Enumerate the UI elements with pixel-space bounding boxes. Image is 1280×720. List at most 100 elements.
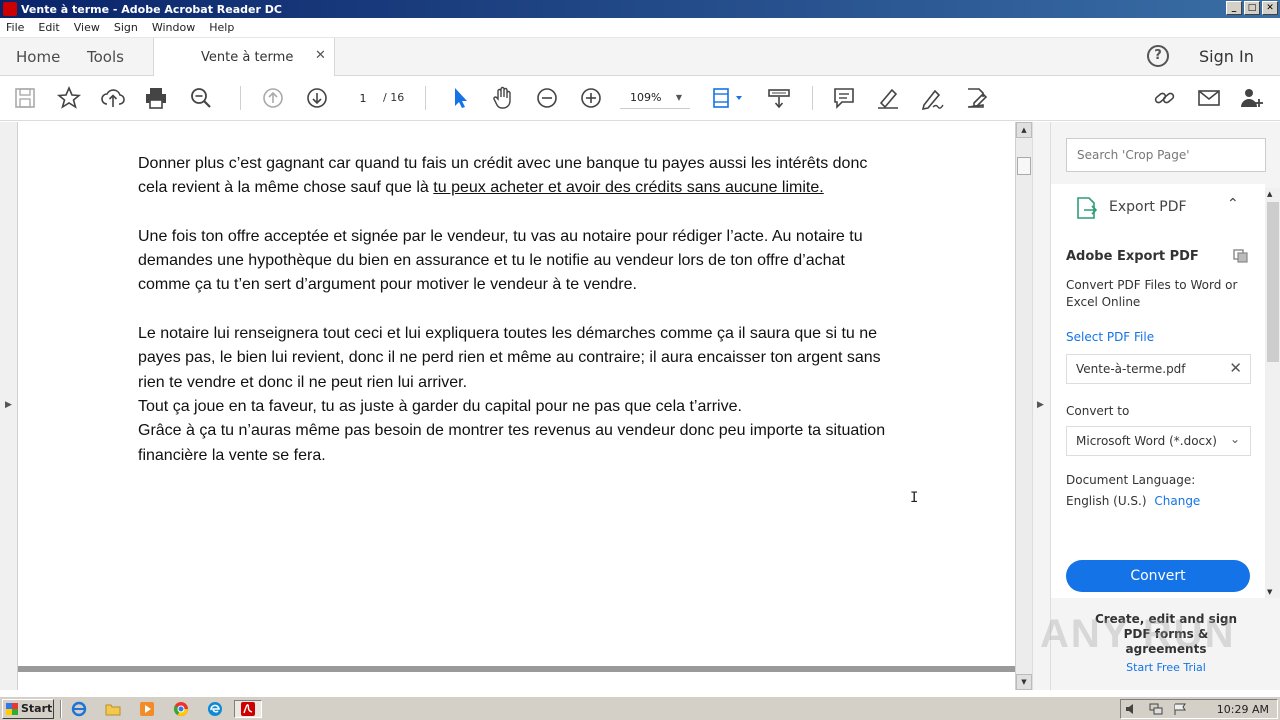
copy-icon[interactable] (1233, 249, 1249, 263)
panel-title: Adobe Export PDF (1066, 249, 1199, 264)
search-tools-input[interactable]: Search 'Crop Page' (1066, 138, 1266, 172)
menu-edit[interactable]: Edit (38, 21, 59, 34)
network-icon[interactable] (1149, 703, 1163, 715)
media-player-icon[interactable] (136, 700, 158, 718)
chevron-up-icon[interactable]: ⌃ (1227, 196, 1239, 212)
tab-bar: Home Tools Vente à terme ✕ (0, 38, 1280, 76)
document-page[interactable]: Donner plus c’est gagnant car quand tu f… (18, 122, 1015, 666)
right-tools-pane: Search 'Crop Page' Export PDF ⌃ Adobe Ex… (1050, 122, 1280, 690)
internet-explorer-icon[interactable] (68, 700, 90, 718)
file-explorer-icon[interactable] (102, 700, 124, 718)
page-number-input[interactable]: 1 (348, 87, 378, 109)
system-tray: 10:29 AM (1120, 699, 1278, 719)
menu-view[interactable]: View (74, 21, 100, 34)
email-icon[interactable] (1196, 85, 1222, 111)
scroll-down-icon[interactable]: ▼ (1016, 674, 1032, 690)
paragraph-1: Donner plus c’est gagnant car quand tu f… (138, 155, 868, 197)
convert-to-label: Convert to (1066, 404, 1130, 418)
previous-page-icon[interactable] (260, 85, 286, 111)
chevron-down-icon: ⌄ (1229, 432, 1240, 446)
acrobat-app-icon (3, 2, 17, 16)
acrobat-taskbar-icon[interactable] (234, 700, 262, 718)
highlight-pen-icon[interactable] (875, 85, 901, 111)
taskbar-clock: 10:29 AM (1216, 703, 1269, 716)
language-label: Document Language: (1066, 473, 1196, 487)
tab-tools[interactable]: Tools (87, 48, 124, 66)
volume-icon[interactable] (1125, 703, 1139, 715)
export-pdf-label: Export PDF (1109, 199, 1187, 215)
left-navigation-pane[interactable]: ▶ (0, 122, 18, 690)
right-pane-scrollbar[interactable]: ▲ ▼ (1265, 188, 1280, 598)
help-icon[interactable]: ? (1147, 45, 1169, 67)
bookmark-star-icon[interactable] (56, 85, 82, 111)
change-language-link[interactable]: Change (1154, 494, 1200, 508)
maximize-button[interactable]: □ (1244, 1, 1260, 15)
document-scrollbar[interactable]: ▲ ▼ (1015, 122, 1032, 690)
add-user-icon[interactable] (1239, 85, 1265, 111)
close-window-button[interactable]: ✕ (1262, 1, 1278, 15)
menu-help[interactable]: Help (209, 21, 234, 34)
zoom-search-icon[interactable] (188, 85, 214, 111)
select-pdf-file-link[interactable]: Select PDF File (1066, 330, 1154, 344)
tab-document[interactable]: Vente à terme ✕ (153, 38, 335, 76)
chrome-icon[interactable] (170, 700, 192, 718)
menu-bar: File Edit View Sign Window Help (0, 18, 1280, 38)
scroll-mode-icon[interactable] (766, 85, 792, 111)
sign-pen-icon[interactable] (919, 85, 945, 111)
expand-left-pane-icon[interactable]: ▶ (5, 400, 12, 410)
right-pane-toggle[interactable]: ▶ (1032, 122, 1050, 690)
close-tab-icon[interactable]: ✕ (315, 48, 326, 63)
start-button[interactable]: Start (2, 699, 54, 719)
paragraph-3b: Tout ça joue en ta faveur, tu as juste à… (138, 397, 742, 415)
convert-to-value: Microsoft Word (*.docx) (1076, 434, 1217, 448)
next-page-top (18, 672, 1015, 690)
edit-document-icon[interactable] (963, 85, 989, 111)
chevron-down-icon: ▼ (675, 93, 682, 102)
hand-tool-icon[interactable] (490, 85, 516, 111)
selected-file-field[interactable]: Vente-à-terme.pdf ✕ (1066, 354, 1251, 384)
start-free-trial-link[interactable]: Start Free Trial (1051, 661, 1280, 674)
zoom-in-icon[interactable] (578, 85, 604, 111)
scroll-thumb[interactable] (1017, 157, 1031, 175)
menu-window[interactable]: Window (152, 21, 195, 34)
paragraph-2: Une fois ton offre acceptée et signée pa… (138, 227, 863, 294)
page-total: / 16 (383, 91, 405, 104)
zoom-out-icon[interactable] (534, 85, 560, 111)
select-cursor-icon[interactable] (447, 85, 473, 111)
window-title: Vente à terme - Adobe Acrobat Reader DC (21, 2, 282, 16)
scroll-up-icon[interactable]: ▲ (1267, 190, 1272, 198)
right-pane-scroll-thumb[interactable] (1267, 202, 1279, 362)
underlined-text: tu peux acheter et avoir des crédits san… (433, 179, 824, 197)
print-icon[interactable] (143, 85, 169, 111)
action-center-flag-icon[interactable] (1173, 703, 1187, 715)
link-share-icon[interactable] (1152, 85, 1178, 111)
tab-home[interactable]: Home (16, 48, 60, 66)
scroll-down-icon[interactable]: ▼ (1267, 588, 1272, 596)
convert-to-select[interactable]: Microsoft Word (*.docx) ⌄ (1066, 426, 1251, 456)
scroll-up-icon[interactable]: ▲ (1016, 122, 1032, 138)
zoom-level-select[interactable]: 109% ▼ (620, 87, 690, 109)
edge-icon[interactable] (204, 700, 226, 718)
collapse-right-pane-icon[interactable]: ▶ (1037, 400, 1044, 410)
language-row: English (U.S.) Change (1066, 494, 1200, 508)
window-titlebar: Vente à terme - Adobe Acrobat Reader DC … (0, 0, 1280, 18)
paragraph-3: Le notaire lui renseignera tout ceci et … (138, 325, 881, 391)
convert-button[interactable]: Convert (1066, 560, 1250, 592)
next-page-icon[interactable] (304, 85, 330, 111)
zoom-level-value: 109% (630, 91, 662, 104)
minimize-button[interactable]: _ (1226, 1, 1242, 15)
file-name: Vente-à-terme.pdf (1076, 362, 1186, 376)
menu-file[interactable]: File (6, 21, 24, 34)
upload-cloud-icon[interactable] (100, 85, 126, 111)
clear-file-icon[interactable]: ✕ (1229, 359, 1242, 377)
start-label: Start (21, 702, 53, 715)
sign-in-button[interactable]: Sign In (1199, 47, 1254, 66)
export-panel: Adobe Export PDF Convert PDF Files to Wo… (1051, 230, 1265, 598)
page-fit-icon[interactable] (709, 85, 745, 111)
export-pdf-header[interactable]: Export PDF ⌃ (1051, 184, 1265, 230)
menu-sign[interactable]: Sign (114, 21, 138, 34)
save-icon[interactable] (12, 85, 38, 111)
panel-description: Convert PDF Files to Word or Excel Onlin… (1066, 278, 1238, 309)
text-cursor-icon: I (910, 490, 919, 506)
comment-icon[interactable] (831, 85, 857, 111)
